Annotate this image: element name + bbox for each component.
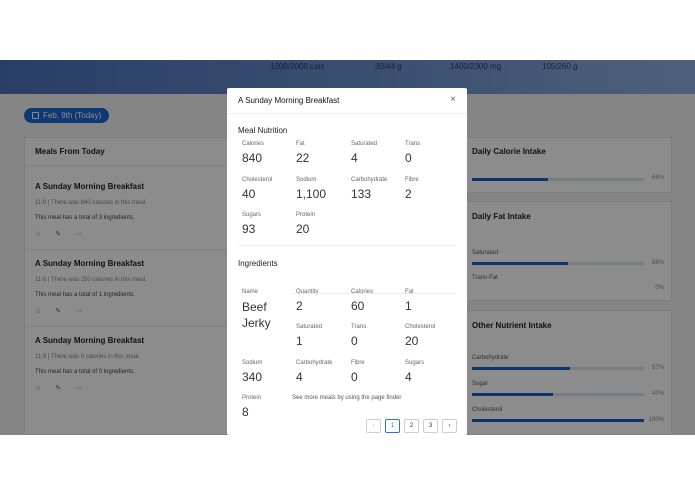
meal-detail-modal: A Sunday Morning Breakfast × Meal Nutrit… xyxy=(227,88,467,435)
ingredient-name: Name Beef Jerky xyxy=(242,289,271,330)
close-icon[interactable]: × xyxy=(448,95,458,105)
page-finder-hint: See more meals by using the page finder xyxy=(292,395,402,401)
nutrition-sugars: Sugars 93 xyxy=(242,212,262,236)
ingredient-carbohydrate: Carbohydrate 4 xyxy=(296,360,333,384)
page-button-3[interactable]: 3 xyxy=(423,419,438,433)
ingredient-cholesterol: Cholesterol 20 xyxy=(405,324,436,348)
nutrition-carbohydrate: Carbohydrate 133 xyxy=(351,177,388,201)
ingredient-fibre: Fibre 0 xyxy=(351,360,365,384)
ingredient-sodium: Sodium 340 xyxy=(242,360,263,384)
nutrition-protein: Protein 20 xyxy=(296,212,316,236)
next-page-button[interactable]: › xyxy=(442,419,457,433)
divider xyxy=(238,245,456,246)
modal-title: A Sunday Morning Breakfast xyxy=(238,96,340,105)
page-button-1[interactable]: 1 xyxy=(385,419,400,433)
pagination: ‹ 1 2 3 › xyxy=(366,419,457,433)
meal-nutrition-heading: Meal Nutrition xyxy=(238,126,288,135)
ingredients-heading: Ingredients xyxy=(238,259,278,268)
ingredient-protein: Protein 8 xyxy=(242,395,262,419)
divider xyxy=(292,293,456,294)
nutrition-trans: Trans 0 xyxy=(405,141,421,165)
nutrition-cholesterol: Cholesterol 40 xyxy=(242,177,273,201)
nutrition-calories: Calories 840 xyxy=(242,141,265,165)
prev-page-button[interactable]: ‹ xyxy=(366,419,381,433)
nutrition-fat: Fat 22 xyxy=(296,141,310,165)
ingredient-sugars: Sugars 4 xyxy=(405,360,425,384)
page-button-2[interactable]: 2 xyxy=(404,419,419,433)
nutrition-fibre: Fibre 2 xyxy=(405,177,419,201)
ingredient-trans: Trans 0 xyxy=(351,324,367,348)
nutrition-sodium: Sodium 1,100 xyxy=(296,177,327,201)
ingredient-saturated: Saturated 1 xyxy=(296,324,323,348)
modal-header: A Sunday Morning Breakfast × xyxy=(227,88,467,114)
nutrition-saturated: Saturated 4 xyxy=(351,141,378,165)
